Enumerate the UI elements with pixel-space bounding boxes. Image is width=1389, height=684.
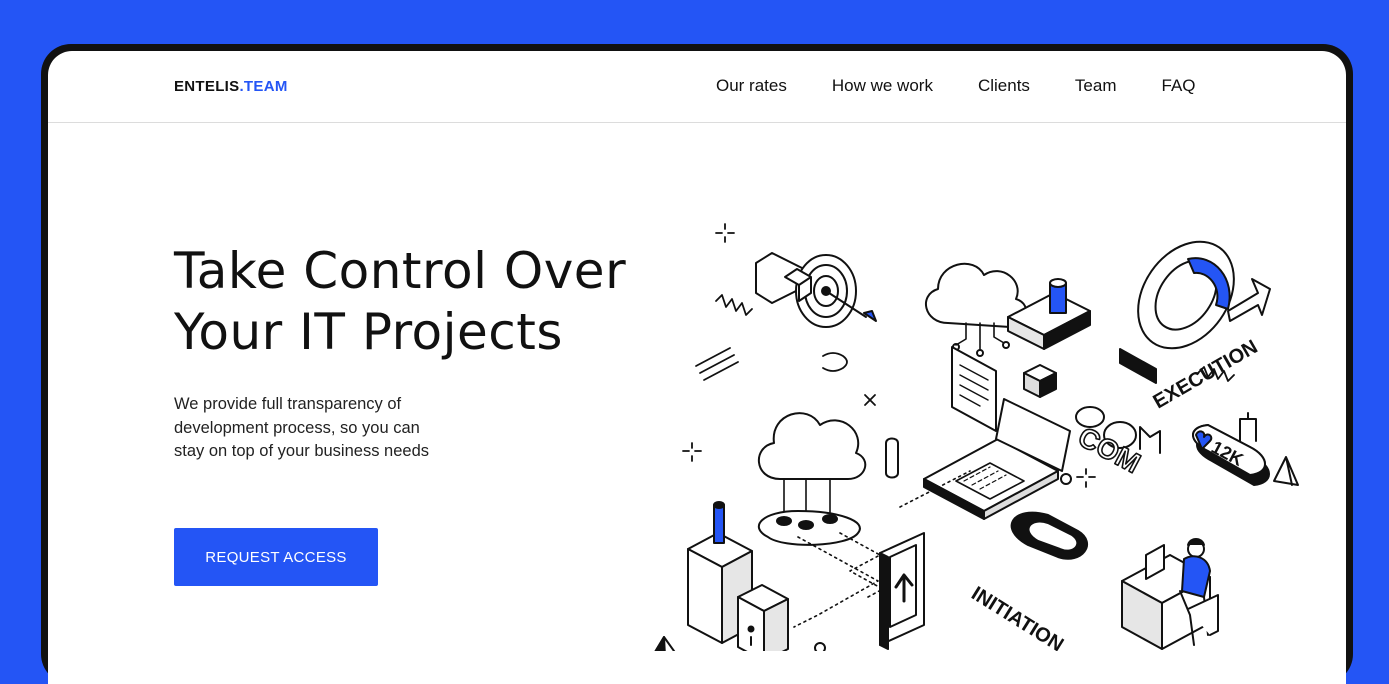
nav-link-how-we-work[interactable]: How we work bbox=[832, 76, 933, 96]
hero-title: Take Control Over Your IT Projects bbox=[174, 241, 626, 363]
document-icon bbox=[951, 346, 997, 432]
nav-link-our-rates[interactable]: Our rates bbox=[716, 76, 787, 96]
device-frame: ENTELIS.TEAM Our rates How we work Clien… bbox=[41, 44, 1353, 684]
node-dot bbox=[814, 642, 826, 651]
node-dot bbox=[1060, 473, 1072, 485]
cloud-server-icon bbox=[757, 412, 867, 546]
isometric-illustration: EXECUTION COM 12K INITIATION bbox=[654, 223, 1299, 651]
cloud-icon bbox=[925, 262, 1091, 357]
initiation-label: INITIATION bbox=[967, 583, 1067, 651]
pyramid-icon bbox=[1273, 456, 1299, 486]
target-icon bbox=[755, 252, 877, 328]
paperclip-icon bbox=[822, 352, 848, 372]
nav-link-clients[interactable]: Clients bbox=[978, 76, 1030, 96]
pill-icon bbox=[1010, 511, 1089, 560]
zigzag-icon bbox=[715, 294, 753, 316]
hero-title-line-1: Take Control Over bbox=[174, 242, 627, 300]
top-navigation: ENTELIS.TEAM Our rates How we work Clien… bbox=[48, 51, 1346, 123]
likes-badge-icon: 12K bbox=[1192, 412, 1270, 486]
hero-title-line-2: Your IT Projects bbox=[174, 303, 563, 361]
nav-link-team[interactable]: Team bbox=[1075, 76, 1117, 96]
browser-screen: ENTELIS.TEAM Our rates How we work Clien… bbox=[48, 51, 1346, 684]
logo-name: ENTELIS bbox=[174, 78, 240, 95]
pyramid-shade bbox=[654, 636, 666, 651]
phone-icon bbox=[879, 532, 925, 650]
main-menu: Our rates How we work Clients Team FAQ bbox=[716, 76, 1196, 96]
request-access-button[interactable]: REQUEST ACCESS bbox=[174, 528, 378, 586]
hatch-lines-icon bbox=[695, 347, 739, 381]
pillar-icon bbox=[885, 437, 899, 479]
logo-tld: .TEAM bbox=[239, 78, 288, 95]
person-at-desk-icon bbox=[1121, 538, 1219, 650]
hero-description: We provide full transparency of developm… bbox=[174, 395, 429, 460]
cube-icon bbox=[1023, 364, 1057, 398]
nav-link-faq[interactable]: FAQ bbox=[1162, 76, 1196, 96]
logo[interactable]: ENTELIS.TEAM bbox=[174, 78, 288, 95]
